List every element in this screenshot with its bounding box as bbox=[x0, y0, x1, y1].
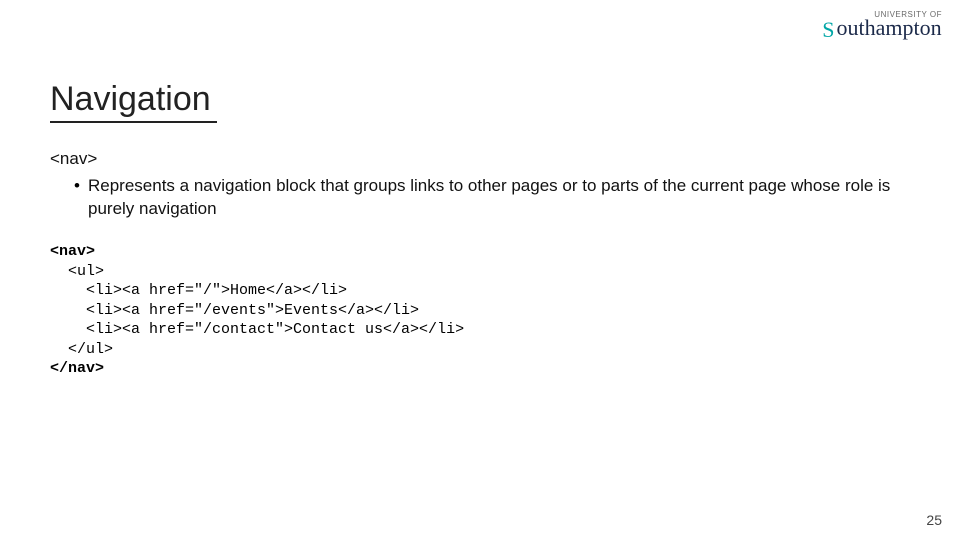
slide: UNIVERSITY OF Southampton Navigation <na… bbox=[0, 0, 960, 540]
code-line-2: <ul> bbox=[50, 263, 104, 280]
slide-title: Navigation bbox=[50, 80, 217, 123]
code-line-5: <li><a href="/contact">Contact us</a></l… bbox=[50, 321, 464, 338]
nav-tag-line: <nav> bbox=[50, 148, 920, 171]
content-block: <nav> Represents a navigation block that… bbox=[50, 148, 920, 221]
page-number: 25 bbox=[926, 512, 942, 528]
code-line-7: </nav> bbox=[50, 360, 104, 377]
logo-line2: Southampton bbox=[822, 17, 942, 39]
university-logo: UNIVERSITY OF Southampton bbox=[822, 10, 942, 39]
logo-rest: outhampton bbox=[837, 15, 942, 40]
code-example: <nav> <ul> <li><a href="/">Home</a></li>… bbox=[50, 242, 464, 379]
bullet-description: Represents a navigation block that group… bbox=[74, 175, 920, 221]
code-line-3: <li><a href="/">Home</a></li> bbox=[50, 282, 347, 299]
code-line-6: </ul> bbox=[50, 341, 113, 358]
dolphin-icon: S bbox=[822, 19, 834, 41]
code-line-1: <nav> bbox=[50, 243, 95, 260]
code-line-4: <li><a href="/events">Events</a></li> bbox=[50, 302, 419, 319]
